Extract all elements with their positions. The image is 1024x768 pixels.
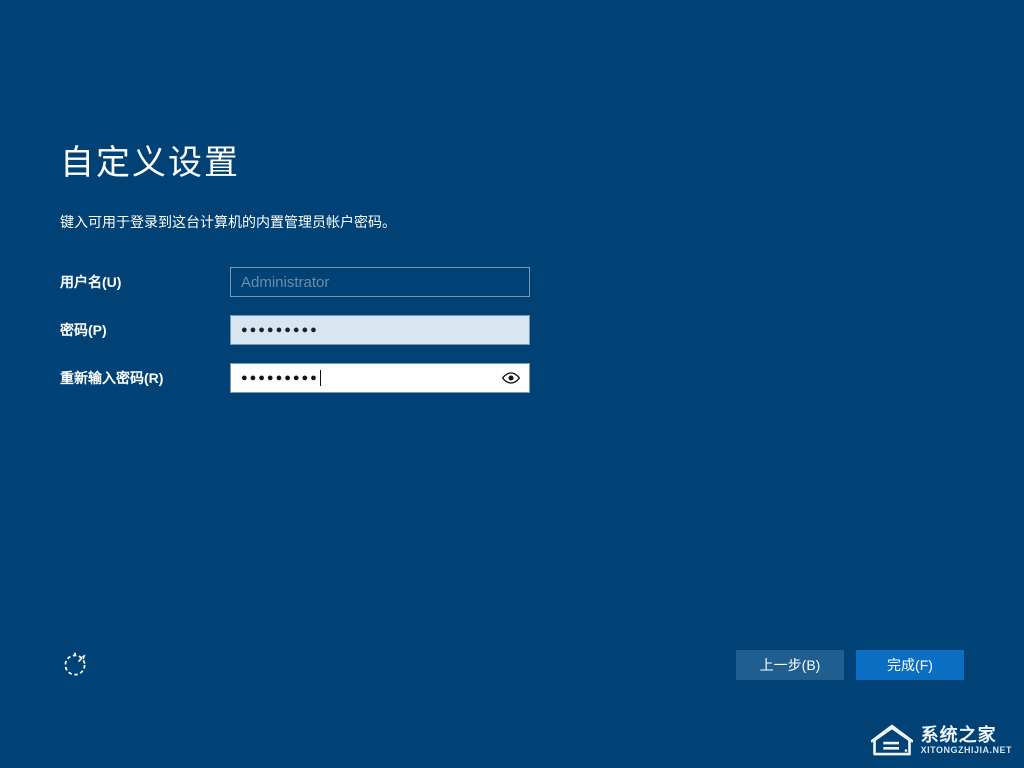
back-button[interactable]: 上一步(B) xyxy=(736,650,844,680)
password-row: 密码(P) ●●●●●●●●● xyxy=(60,314,964,346)
ease-of-access-icon[interactable] xyxy=(60,650,90,680)
password-field[interactable]: ●●●●●●●●● xyxy=(230,315,530,345)
setup-content: 自定义设置 键入可用于登录到这台计算机的内置管理员帐户密码。 用户名(U) Ad… xyxy=(60,135,964,410)
finish-button[interactable]: 完成(F) xyxy=(856,650,964,680)
text-caret xyxy=(320,370,321,386)
confirm-password-label: 重新输入密码(R) xyxy=(60,368,230,388)
watermark-url: XITONGZHIJIA.NET xyxy=(921,746,1012,755)
password-mask: ●●●●●●●●● xyxy=(241,324,319,336)
username-row: 用户名(U) Administrator xyxy=(60,266,964,298)
confirm-password-mask: ●●●●●●●●● xyxy=(241,372,319,384)
watermark-logo-icon xyxy=(871,722,913,758)
confirm-password-row: 重新输入密码(R) ●●●●●●●●● xyxy=(60,362,964,394)
username-field: Administrator xyxy=(230,267,530,297)
footer-bar: 上一步(B) 完成(F) xyxy=(60,650,964,680)
watermark-text: 系统之家 XITONGZHIJIA.NET xyxy=(921,726,1012,755)
confirm-password-field[interactable]: ●●●●●●●●● xyxy=(230,363,530,393)
footer-buttons: 上一步(B) 完成(F) xyxy=(736,650,964,680)
reveal-password-icon[interactable] xyxy=(501,371,521,385)
username-label: 用户名(U) xyxy=(60,272,230,292)
page-subtitle: 键入可用于登录到这台计算机的内置管理员帐户密码。 xyxy=(60,212,964,232)
watermark-name: 系统之家 xyxy=(921,726,1012,744)
page-title: 自定义设置 xyxy=(60,135,964,184)
password-label: 密码(P) xyxy=(60,320,230,340)
username-value: Administrator xyxy=(241,274,329,291)
watermark: 系统之家 XITONGZHIJIA.NET xyxy=(871,722,1012,758)
